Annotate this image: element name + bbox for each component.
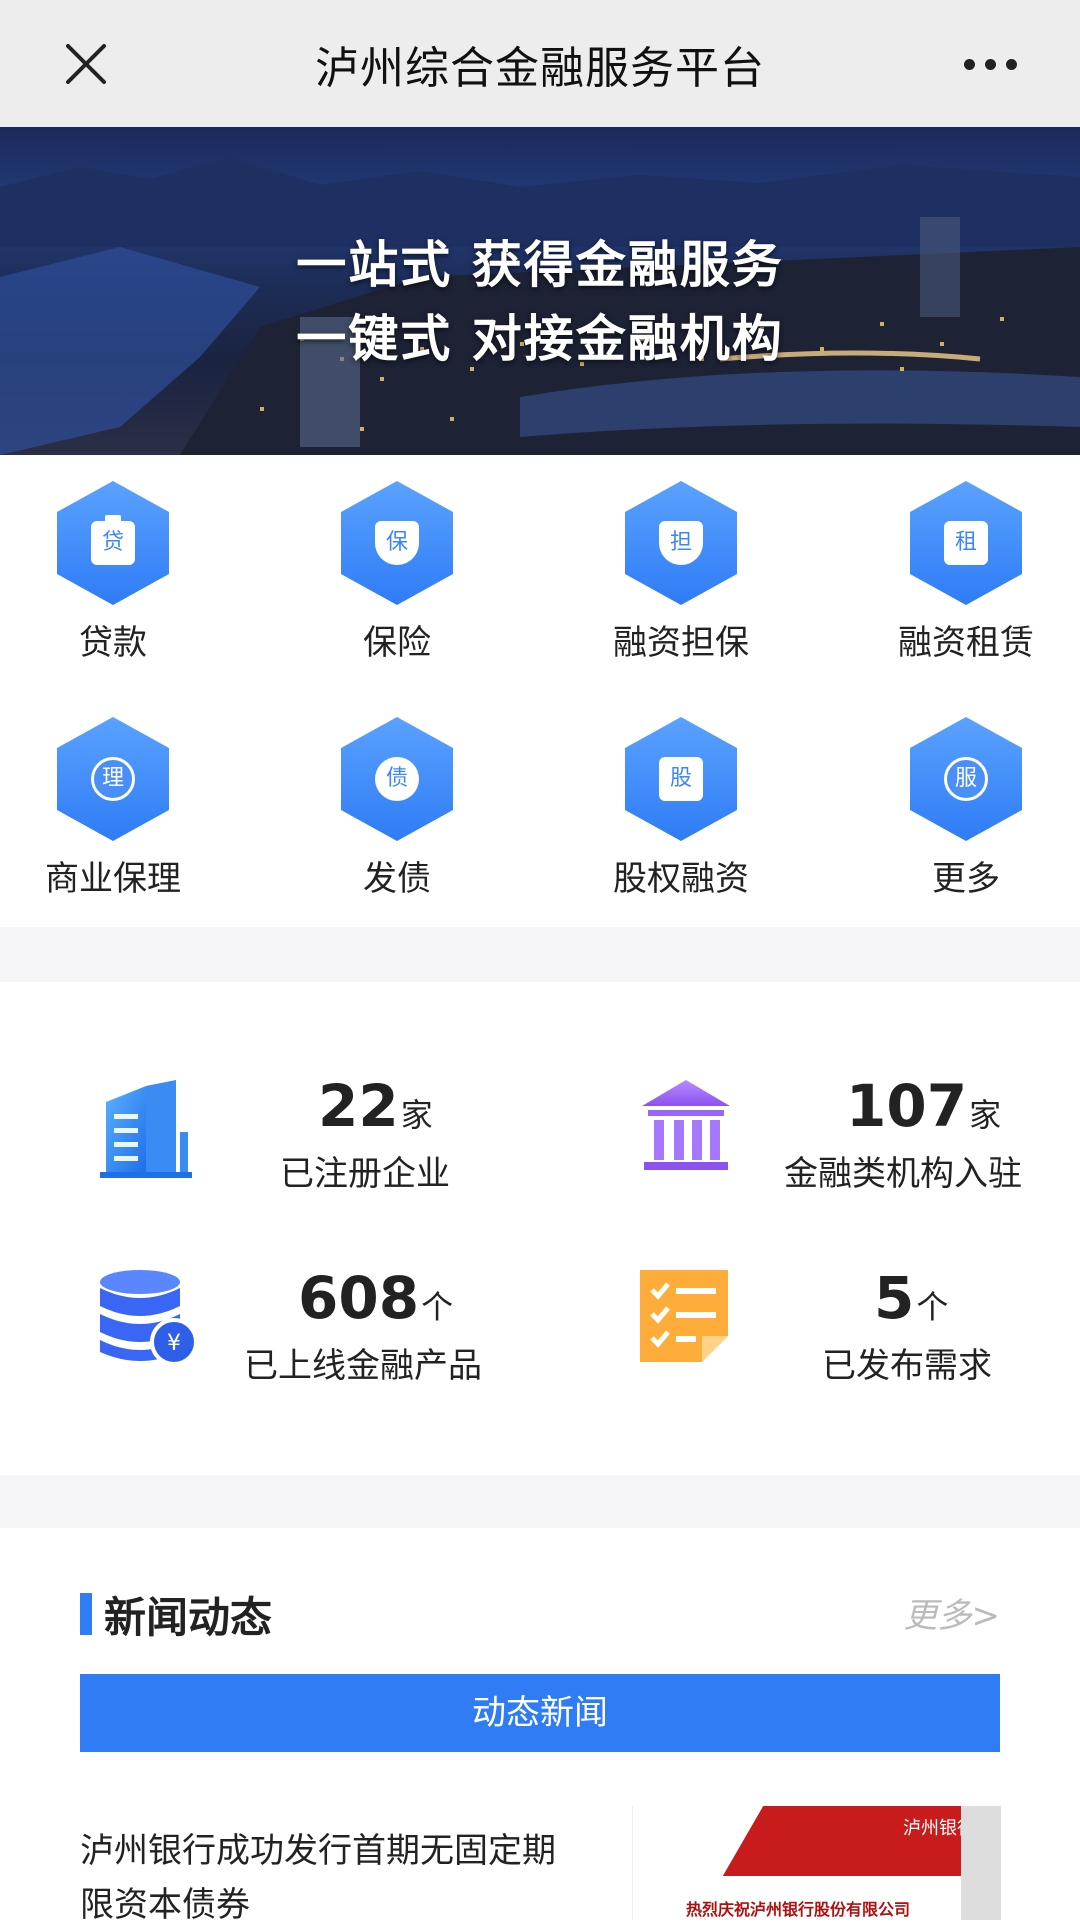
- stat-caption: 已上线金融产品: [244, 1346, 482, 1386]
- section-divider: [0, 927, 1080, 982]
- service-equity[interactable]: 股 股权融资: [571, 691, 791, 899]
- service-label: 股权融资: [613, 859, 749, 899]
- stat-caption: 已注册企业: [280, 1154, 450, 1194]
- news-item-thumbnail[interactable]: 泸州银行 热烈庆祝泸州银行股份有限公司: [632, 1806, 1001, 1920]
- banner-slogan-2: 一键式 对接金融机构: [296, 310, 784, 368]
- banner-slogan-1: 一站式 获得金融服务: [296, 236, 784, 294]
- guarantee-icon: 担: [625, 481, 737, 605]
- thumbnail-edge: [961, 1806, 1001, 1920]
- news-section-title: 新闻动态: [104, 1593, 273, 1642]
- bond-icon: 债: [341, 717, 453, 841]
- leasing-icon: 租: [910, 481, 1022, 605]
- stat-value: 608个: [298, 1264, 454, 1332]
- top-nav-bar: 泸州综合金融服务平台: [0, 0, 1080, 127]
- checklist-icon: [640, 1270, 728, 1362]
- service-loan[interactable]: 贷 贷款: [3, 455, 223, 663]
- stats-panel: 22家 已注册企业 107家 金融类机构入驻 ¥ 608个 已上线金融产品 5个…: [0, 982, 1080, 1475]
- tab-dynamic-news[interactable]: 动态新闻: [80, 1674, 1000, 1752]
- stat-caption: 已发布需求: [822, 1346, 992, 1386]
- page-title: 泸州综合金融服务平台: [315, 42, 765, 94]
- service-more[interactable]: 服 更多: [856, 691, 1076, 899]
- service-bond[interactable]: 债 发债: [287, 691, 507, 899]
- service-label: 商业保理: [45, 859, 181, 899]
- database-yuan-icon: ¥: [100, 1270, 196, 1366]
- service-grid: 贷 贷款 保 保险 担 融资担保 租 融资租赁 理 商业保理 债 发债 股 股权…: [0, 455, 1080, 927]
- service-guarantee[interactable]: 担 融资担保: [571, 455, 791, 663]
- section-divider: [0, 1475, 1080, 1528]
- service-label: 保险: [363, 623, 431, 663]
- bank-icon: [642, 1080, 730, 1170]
- news-item-title[interactable]: 泸州银行成功发行首期无固定期限资本债券: [80, 1824, 580, 1932]
- svg-text:¥: ¥: [167, 1331, 181, 1356]
- stat-registered-companies: 22家 已注册企业: [96, 1072, 496, 1222]
- more-services-icon: 服: [910, 717, 1022, 841]
- service-label: 融资担保: [613, 623, 749, 663]
- service-factoring[interactable]: 理 商业保理: [3, 691, 223, 899]
- service-label: 更多: [932, 859, 1000, 899]
- service-label: 融资租赁: [898, 623, 1034, 663]
- close-icon[interactable]: [56, 34, 116, 94]
- more-dots-icon[interactable]: [950, 36, 1030, 92]
- stat-caption: 金融类机构入驻: [784, 1154, 1022, 1194]
- equity-icon: 股: [625, 717, 737, 841]
- service-leasing[interactable]: 租 融资租赁: [856, 455, 1076, 663]
- service-label: 发债: [363, 859, 431, 899]
- hero-banner[interactable]: 一站式 获得金融服务 一键式 对接金融机构: [0, 127, 1080, 455]
- factoring-icon: 理: [57, 717, 169, 841]
- news-more-link[interactable]: 更多>: [904, 1588, 1001, 1637]
- service-insurance[interactable]: 保 保险: [287, 455, 507, 663]
- section-accent-bar: [80, 1593, 92, 1635]
- thumbnail-caption: 热烈庆祝泸州银行股份有限公司: [685, 1900, 910, 1919]
- news-section: 新闻动态 更多> 动态新闻 泸州银行成功发行首期无固定期限资本债券 泸州银行 热…: [0, 1528, 1080, 1925]
- stat-value: 107家: [846, 1072, 1002, 1140]
- service-label: 贷款: [79, 623, 147, 663]
- building-icon: [100, 1080, 192, 1178]
- stat-online-products: ¥ 608个 已上线金融产品: [96, 1264, 516, 1414]
- insurance-icon: 保: [341, 481, 453, 605]
- stat-value: 5个: [874, 1264, 949, 1332]
- stat-value: 22家: [318, 1072, 433, 1140]
- stat-published-demands: 5个 已发布需求: [636, 1264, 1056, 1414]
- stat-financial-institutions: 107家 金融类机构入驻: [636, 1072, 1056, 1222]
- loan-icon: 贷: [57, 481, 169, 605]
